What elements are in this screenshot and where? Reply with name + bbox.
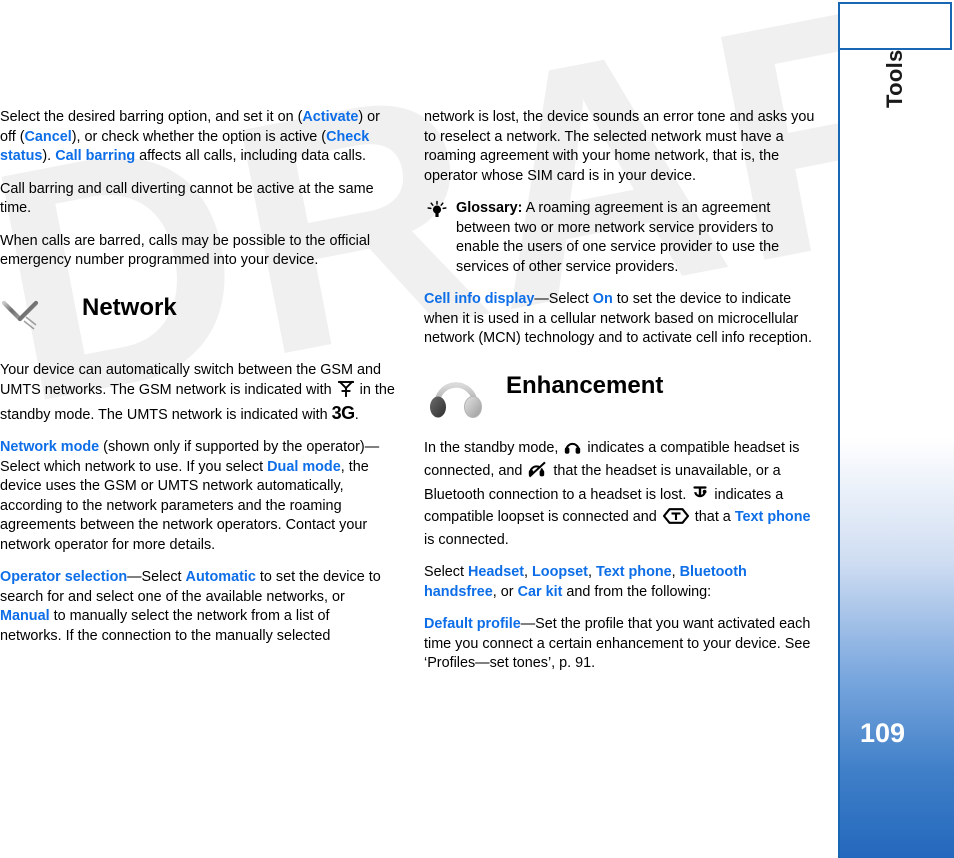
sidebar-gradient — [840, 380, 954, 858]
glossary-text: Glossary: A roaming agreement is an agre… — [456, 199, 819, 277]
right-column: network is lost, the device sounds an er… — [424, 108, 819, 674]
chapter-label-tools: Tools — [882, 49, 907, 108]
chapter-sidebar: Tools 109 — [838, 0, 954, 858]
paragraph-operator-selection: Operator selection—Select Automatic to s… — [0, 568, 395, 646]
text-run: and from the following: — [562, 583, 712, 600]
text-run: In the standby mode, — [424, 439, 563, 456]
paragraph-cell-info-display: Cell info display—Select On to set the d… — [424, 290, 819, 349]
link-car-kit[interactable]: Car kit — [518, 584, 563, 600]
glossary-label: Glossary: — [456, 200, 523, 216]
text-run: , — [587, 564, 596, 580]
text-run: , — [524, 564, 532, 580]
headset-icon — [428, 375, 488, 421]
text-run: affects all calls, including data calls. — [135, 148, 367, 164]
link-dual-mode[interactable]: Dual mode — [267, 459, 341, 475]
text-run: —Select — [534, 291, 593, 307]
text-run: . — [354, 406, 359, 423]
text-run: , or — [492, 583, 518, 600]
link-manual[interactable]: Manual — [0, 608, 50, 624]
paragraph-gsm-umts: Your device can automatically switch bet… — [0, 361, 395, 426]
section-network: Network — [0, 293, 395, 341]
text-run: Your device can automatically switch bet… — [0, 361, 382, 399]
headset-unavailable-icon — [528, 461, 547, 485]
text-run: ), or check whether the option is active… — [71, 128, 327, 145]
paragraph-network-lost: network is lost, the device sounds an er… — [424, 109, 815, 184]
paragraph-standby-indicators: In the standby mode, indicates a compati… — [424, 439, 819, 551]
headset-icon — [564, 439, 581, 462]
paragraph-emergency-number: When calls are barred, calls may be poss… — [0, 232, 371, 269]
page-number: 109 — [860, 718, 906, 748]
link-automatic[interactable]: Automatic — [186, 569, 256, 585]
text-phone-icon — [662, 508, 689, 531]
link-cell-info-display[interactable]: Cell info display — [424, 291, 534, 307]
antenna-signal-icon — [0, 297, 60, 343]
glossary-note: Glossary: A roaming agreement is an agre… — [424, 199, 819, 277]
paragraph-select-enhancement: Select Headset, Loopset, Text phone, Blu… — [424, 563, 819, 602]
section-enhancement: Enhancement — [424, 371, 819, 419]
link-text-phone-option[interactable]: Text phone — [596, 564, 672, 580]
text-run: Select the desired barring option, and s… — [0, 109, 303, 125]
link-on[interactable]: On — [593, 291, 613, 307]
link-activate[interactable]: Activate — [302, 109, 358, 125]
link-network-mode[interactable]: Network mode — [0, 439, 99, 455]
text-run: , — [671, 564, 680, 580]
tip-lightbulb-icon — [426, 200, 448, 219]
text-run: to manually select the network from a li… — [0, 608, 331, 644]
text-run: that a — [690, 509, 735, 525]
text-run: Select — [424, 564, 468, 580]
paragraph-default-profile: Default profile—Set the profile that you… — [424, 615, 819, 674]
link-loopset[interactable]: Loopset — [532, 564, 588, 580]
manual-page: DRAFT Select the desired barring option,… — [0, 0, 954, 858]
antenna-icon — [337, 380, 354, 404]
left-column: Select the desired barring option, and s… — [0, 108, 395, 646]
paragraph-network-mode: Network mode (shown only if supported by… — [0, 438, 395, 555]
text-run: —Select — [127, 569, 186, 585]
link-call-barring[interactable]: Call barring — [55, 148, 135, 164]
link-default-profile[interactable]: Default profile — [424, 616, 521, 632]
loopset-icon — [692, 485, 708, 509]
text-run: is connected. — [424, 531, 509, 548]
paragraph-barring-option: Select the desired barring option, and s… — [0, 108, 395, 167]
sidebar-top-box — [838, 2, 952, 50]
link-operator-selection[interactable]: Operator selection — [0, 569, 127, 585]
text-run: ). — [42, 148, 56, 164]
link-headset[interactable]: Headset — [468, 564, 524, 580]
link-text-phone[interactable]: Text phone — [735, 509, 811, 525]
paragraph-barring-diverting: Call barring and call diverting cannot b… — [0, 180, 374, 217]
link-cancel[interactable]: Cancel — [25, 129, 72, 145]
glyph-3g: 3G — [331, 402, 356, 423]
